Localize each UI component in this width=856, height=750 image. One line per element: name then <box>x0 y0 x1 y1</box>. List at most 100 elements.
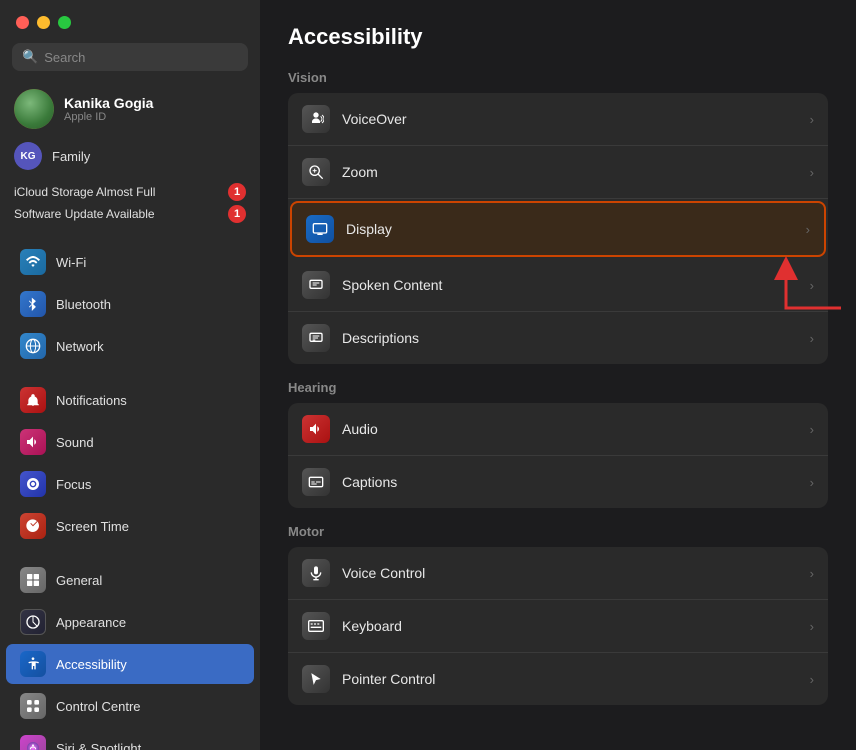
sidebar-item-family[interactable]: KG Family <box>0 135 260 177</box>
sound-icon <box>20 429 46 455</box>
hearing-group: Audio › Captions › <box>288 403 828 508</box>
screentime-icon <box>20 513 46 539</box>
zoom-row[interactable]: Zoom › <box>288 146 828 199</box>
spoken-chevron: › <box>810 278 814 293</box>
audio-icon <box>302 415 330 443</box>
page-title: Accessibility <box>288 24 828 50</box>
display-row[interactable]: Display › <box>290 201 826 257</box>
sidebar-item-wifi[interactable]: Wi-Fi <box>6 242 254 282</box>
captions-chevron: › <box>810 475 814 490</box>
sidebar-item-focus[interactable]: Focus <box>6 464 254 504</box>
siri-label: Siri & Spotlight <box>56 741 141 750</box>
sidebar-item-controlcentre[interactable]: Control Centre <box>6 686 254 726</box>
pointer-label: Pointer Control <box>342 671 810 687</box>
wifi-icon <box>20 249 46 275</box>
captions-icon <box>302 468 330 496</box>
sidebar-item-sound[interactable]: Sound <box>6 422 254 462</box>
voiceover-label: VoiceOver <box>342 111 810 127</box>
spoken-row[interactable]: Spoken Content › <box>288 259 828 312</box>
sidebar-item-siri[interactable]: Siri & Spotlight <box>6 728 254 750</box>
appearance-label: Appearance <box>56 615 126 630</box>
screentime-label: Screen Time <box>56 519 129 534</box>
sidebar-item-network[interactable]: Network <box>6 326 254 366</box>
controlcentre-icon <box>20 693 46 719</box>
descriptions-chevron: › <box>810 331 814 346</box>
pointer-chevron: › <box>810 672 814 687</box>
descriptions-row[interactable]: Descriptions › <box>288 312 828 364</box>
hearing-section-title: Hearing <box>288 380 828 395</box>
controlcentre-label: Control Centre <box>56 699 141 714</box>
close-button[interactable] <box>16 16 29 29</box>
keyboard-row[interactable]: Keyboard › <box>288 600 828 653</box>
alert-section: iCloud Storage Almost Full 1 Software Up… <box>0 177 260 229</box>
motor-group: Voice Control › Keyboard › <box>288 547 828 705</box>
vision-section-title: Vision <box>288 70 828 85</box>
voiceover-row[interactable]: VoiceOver › <box>288 93 828 146</box>
update-alert[interactable]: Software Update Available 1 <box>14 203 246 225</box>
bluetooth-icon <box>20 291 46 317</box>
network-label: Network <box>56 339 104 354</box>
pointer-icon <box>302 665 330 693</box>
zoom-icon <box>302 158 330 186</box>
sidebar-item-bluetooth[interactable]: Bluetooth <box>6 284 254 324</box>
captions-row[interactable]: Captions › <box>288 456 828 508</box>
audio-row[interactable]: Audio › <box>288 403 828 456</box>
family-avatar: KG <box>14 142 42 170</box>
update-alert-text: Software Update Available <box>14 207 155 221</box>
sidebar: 🔍 Search Kanika Gogia Apple ID KG Family… <box>0 0 260 750</box>
notifications-icon <box>20 387 46 413</box>
wifi-label: Wi-Fi <box>56 255 86 270</box>
descriptions-icon <box>302 324 330 352</box>
display-chevron: › <box>806 222 810 237</box>
accessibility-label: Accessibility <box>56 657 127 672</box>
motor-section-title: Motor <box>288 524 828 539</box>
zoom-chevron: › <box>810 165 814 180</box>
display-icon <box>306 215 334 243</box>
spoken-label: Spoken Content <box>342 277 810 293</box>
siri-icon <box>20 735 46 750</box>
icloud-alert-text: iCloud Storage Almost Full <box>14 185 155 199</box>
keyboard-label: Keyboard <box>342 618 810 634</box>
icloud-badge: 1 <box>228 183 246 201</box>
display-label: Display <box>346 221 806 237</box>
profile-section[interactable]: Kanika Gogia Apple ID <box>0 81 260 135</box>
update-badge: 1 <box>228 205 246 223</box>
vision-group: VoiceOver › Zoom › <box>288 93 828 364</box>
appearance-icon <box>20 609 46 635</box>
sidebar-item-general[interactable]: General <box>6 560 254 600</box>
sidebar-item-notifications[interactable]: Notifications <box>6 380 254 420</box>
spoken-icon <box>302 271 330 299</box>
search-icon: 🔍 <box>22 49 38 65</box>
sidebar-item-screentime[interactable]: Screen Time <box>6 506 254 546</box>
notifications-label: Notifications <box>56 393 127 408</box>
captions-label: Captions <box>342 474 810 490</box>
family-label: Family <box>52 149 90 164</box>
pointer-row[interactable]: Pointer Control › <box>288 653 828 705</box>
voicecontrol-row[interactable]: Voice Control › <box>288 547 828 600</box>
profile-name: Kanika Gogia <box>64 95 153 111</box>
arrow-down-annotation <box>260 430 278 555</box>
traffic-lights <box>0 0 260 39</box>
network-icon <box>20 333 46 359</box>
focus-icon <box>20 471 46 497</box>
accessibility-icon <box>20 651 46 677</box>
icloud-alert[interactable]: iCloud Storage Almost Full 1 <box>14 181 246 203</box>
maximize-button[interactable] <box>58 16 71 29</box>
voiceover-icon <box>302 105 330 133</box>
audio-label: Audio <box>342 421 810 437</box>
focus-label: Focus <box>56 477 91 492</box>
profile-info: Kanika Gogia Apple ID <box>64 95 153 123</box>
keyboard-chevron: › <box>810 619 814 634</box>
search-bar[interactable]: 🔍 Search <box>12 43 248 71</box>
audio-chevron: › <box>810 422 814 437</box>
minimize-button[interactable] <box>37 16 50 29</box>
sidebar-item-accessibility[interactable]: Accessibility <box>6 644 254 684</box>
bluetooth-label: Bluetooth <box>56 297 111 312</box>
main-content: Accessibility Vision VoiceOver › <box>260 0 856 750</box>
voiceover-chevron: › <box>810 112 814 127</box>
general-icon <box>20 567 46 593</box>
voicecontrol-chevron: › <box>810 566 814 581</box>
zoom-label: Zoom <box>342 164 810 180</box>
sidebar-item-appearance[interactable]: Appearance <box>6 602 254 642</box>
keyboard-icon <box>302 612 330 640</box>
